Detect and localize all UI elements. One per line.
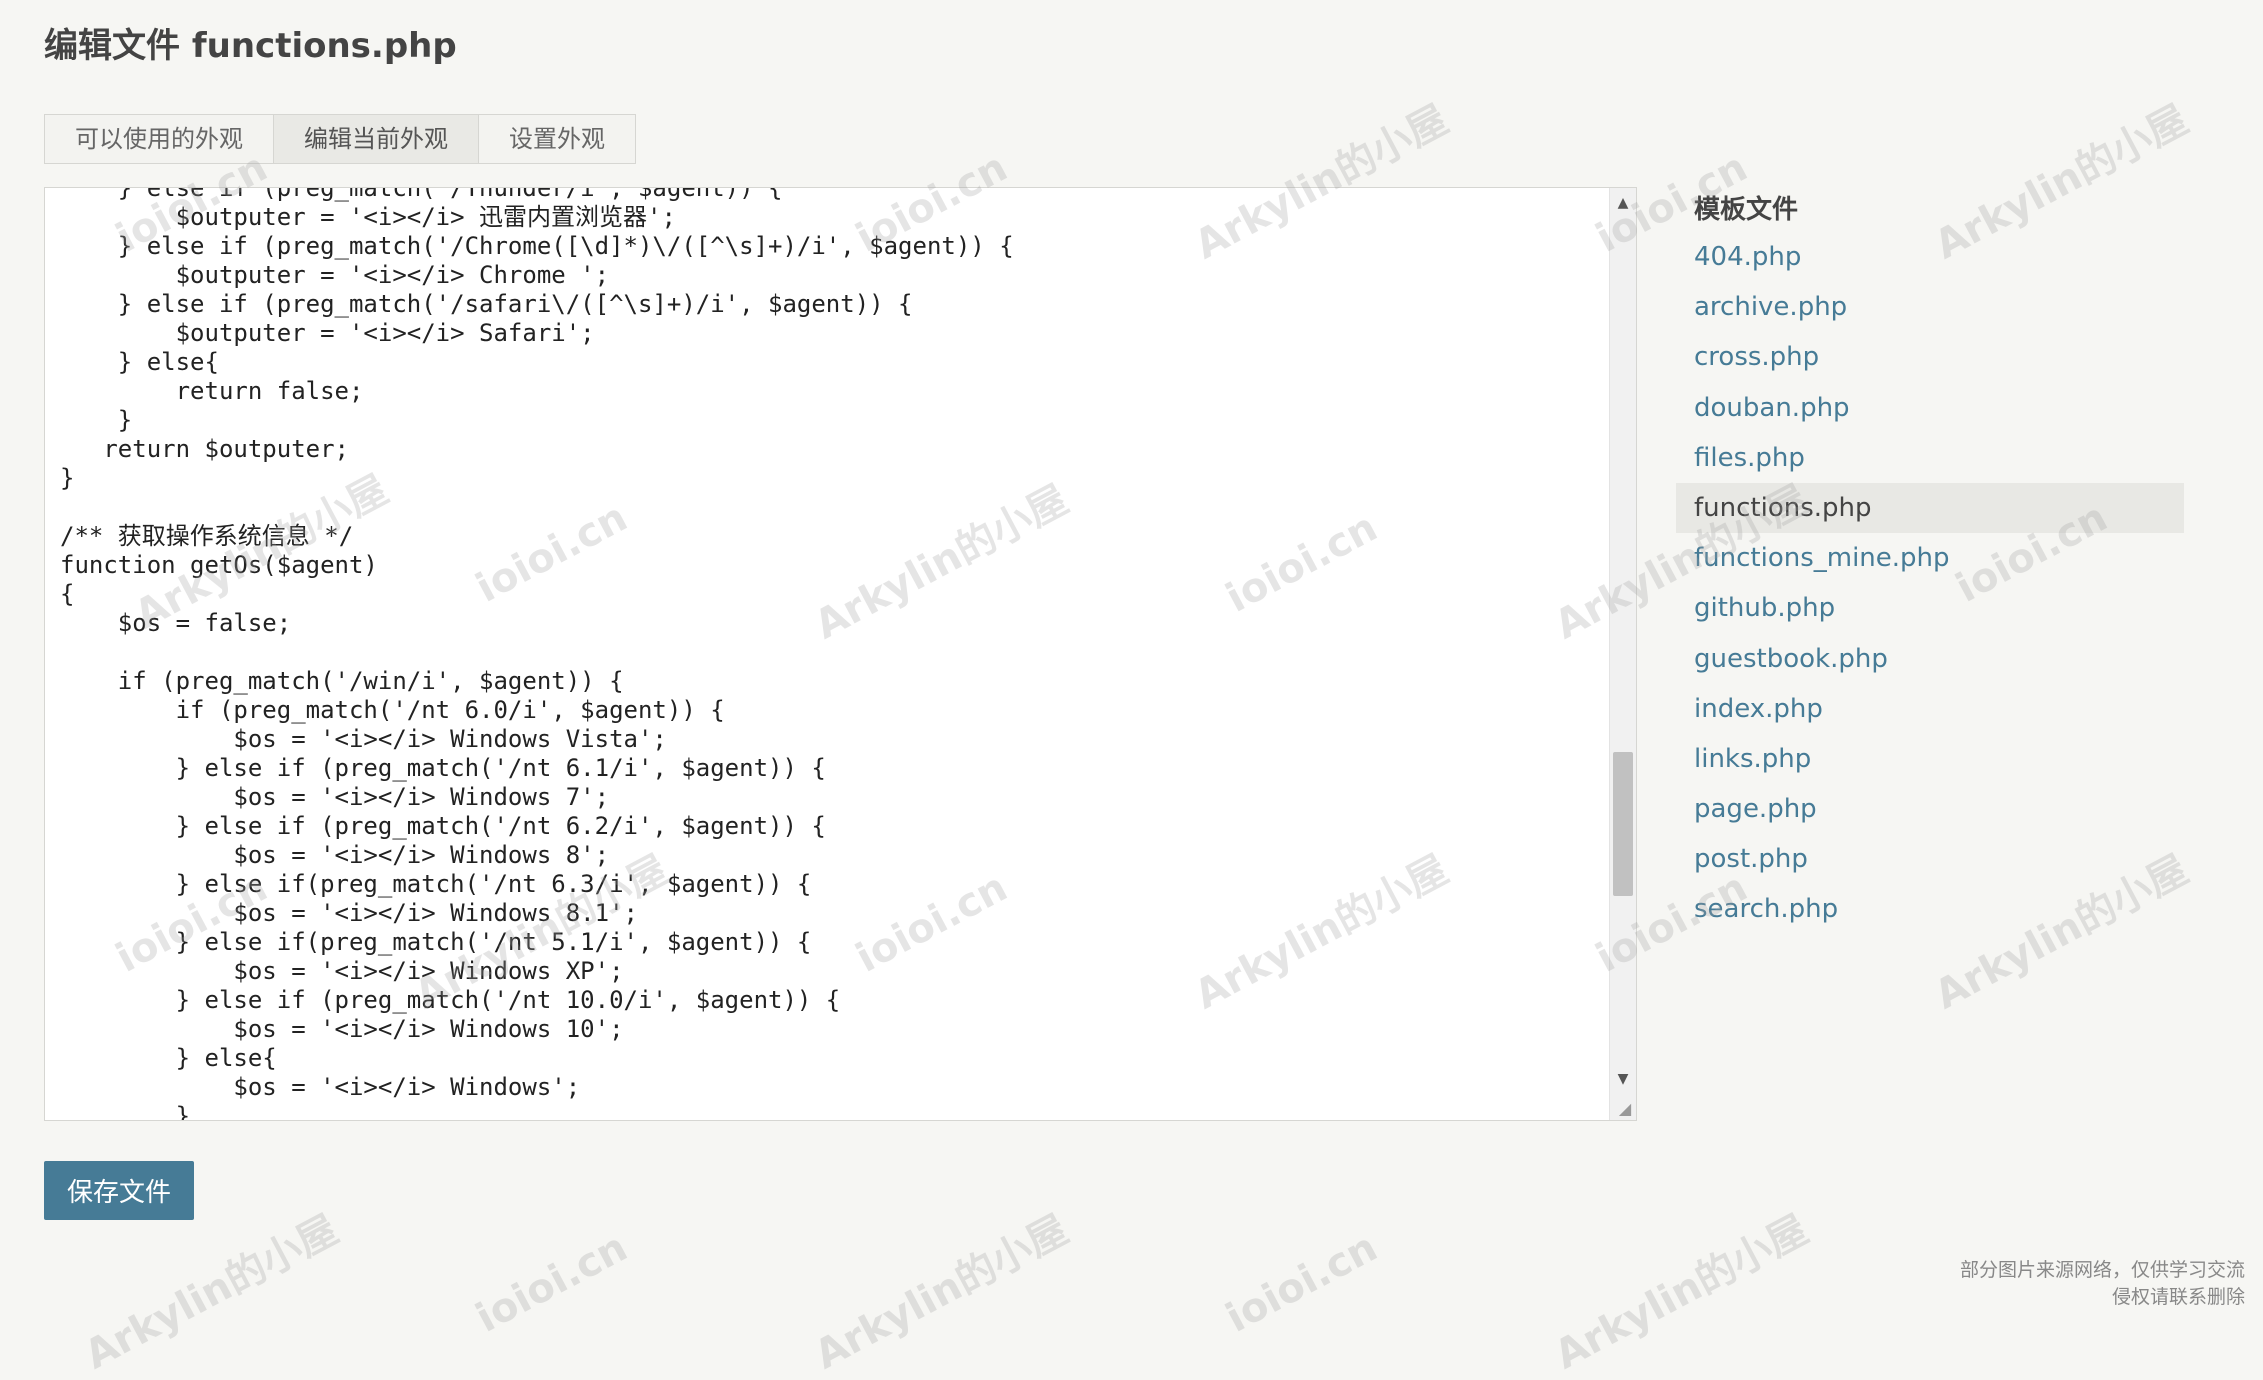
file-item-page[interactable]: page.php [1676,784,2184,834]
watermark-text: ioioi.cn [1218,1224,1385,1342]
file-item-files[interactable]: files.php [1676,433,2184,483]
copyright-notice: 部分图片来源网络，仅供学习交流 侵权请联系删除 [1960,1257,2245,1311]
notice-line-1: 部分图片来源网络，仅供学习交流 [1959,1259,2245,1281]
resize-grip-icon[interactable]: ◢ [1616,1100,1634,1118]
notice-line-2: 侵权请联系删除 [2111,1286,2245,1308]
code-content[interactable]: } else if (preg_match('/Thunder/i', $age… [60,188,1014,1120]
page-title: 编辑文件 functions.php [44,26,457,66]
file-item-archive[interactable]: archive.php [1676,282,2184,332]
tab-bar: 可以使用的外观 编辑当前外观 设置外观 [44,114,636,164]
file-item-cross[interactable]: cross.php [1676,332,2184,382]
file-item-404[interactable]: 404.php [1676,232,2184,282]
tab-edit-current-theme[interactable]: 编辑当前外观 [273,114,478,164]
scroll-thumb[interactable] [1613,752,1633,896]
watermark-text: Arkylin的小屋 [1547,1206,1816,1379]
scroll-up-arrow-icon[interactable]: ▲ [1610,192,1636,214]
file-item-links[interactable]: links.php [1676,734,2184,784]
file-item-search[interactable]: search.php [1676,884,2184,934]
editor-scrollbar[interactable]: ▲ ▼ [1609,188,1636,1120]
file-item-douban[interactable]: douban.php [1676,383,2184,433]
file-item-guestbook[interactable]: guestbook.php [1676,634,2184,684]
file-list: 404.php archive.php cross.php douban.php fil… [1676,232,2184,935]
sidebar-title: 模板文件 [1694,195,1799,225]
save-file-button[interactable]: 保存文件 [44,1161,194,1220]
code-editor[interactable]: } else if (preg_match('/Thunder/i', $age… [44,187,1637,1121]
file-item-functions[interactable]: functions.php [1676,482,2184,534]
watermark-text: Arkylin的小屋 [807,1206,1076,1379]
tab-available-themes[interactable]: 可以使用的外观 [44,114,273,164]
tab-theme-settings[interactable]: 设置外观 [478,114,636,164]
scroll-down-arrow-icon[interactable]: ▼ [1610,1068,1636,1090]
watermark-text: Arkylin的小屋 [77,1206,346,1379]
file-item-github[interactable]: github.php [1676,583,2184,633]
watermark-text: ioioi.cn [468,1224,635,1342]
file-item-functions-mine[interactable]: functions_mine.php [1676,533,2184,583]
template-file-sidebar: 模板文件 404.php archive.php cross.php douban.p… [1676,190,2184,935]
file-item-post[interactable]: post.php [1676,834,2184,884]
file-item-index[interactable]: index.php [1676,684,2184,734]
